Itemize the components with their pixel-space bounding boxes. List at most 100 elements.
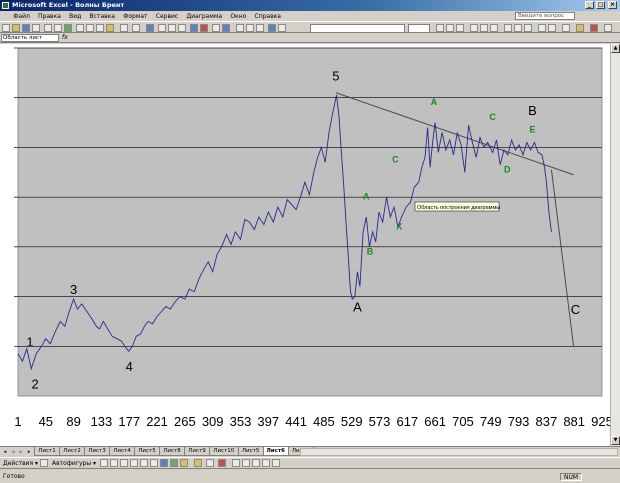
x-tick-label: 133: [91, 414, 113, 429]
line-style-icon[interactable]: [232, 459, 240, 467]
hyperlink-icon[interactable]: [146, 24, 154, 32]
autosum-icon[interactable]: [158, 24, 166, 32]
draw-font-color-icon[interactable]: [218, 459, 226, 467]
wordart-icon[interactable]: [150, 459, 158, 467]
wave-label: 1: [26, 334, 33, 349]
fill-color-icon[interactable]: [576, 24, 584, 32]
title-bar: Microsoft Excel - Волны Брент _ □ ×: [0, 0, 620, 11]
arrow-style-icon[interactable]: [252, 459, 260, 467]
autoshapes-menu[interactable]: Автофигуры ▾: [52, 459, 96, 469]
comma-style-icon[interactable]: [524, 24, 532, 32]
chart-type-icon[interactable]: [236, 24, 244, 32]
diagram-icon[interactable]: [160, 459, 168, 467]
align-left-icon[interactable]: [470, 24, 478, 32]
fx-label[interactable]: fx: [62, 34, 68, 42]
legend-icon[interactable]: [246, 24, 254, 32]
wave-label: 5: [332, 68, 339, 83]
help-question-input[interactable]: Введите вопрос: [515, 12, 575, 20]
shadow-icon[interactable]: [262, 459, 270, 467]
horizontal-scrollbar[interactable]: [300, 448, 618, 456]
wave-label: A: [353, 299, 362, 314]
textbox-icon[interactable]: [140, 459, 148, 467]
redo-icon[interactable]: [132, 24, 140, 32]
undo-icon[interactable]: [120, 24, 128, 32]
prev-sheet-icon[interactable]: ◃: [9, 448, 17, 456]
scroll-up-button[interactable]: ▲: [611, 44, 620, 53]
font-color-icon[interactable]: [590, 24, 598, 32]
paste-icon[interactable]: [96, 24, 104, 32]
sheet-tab[interactable]: Лист8: [159, 447, 185, 456]
draw-fill-color-icon[interactable]: [194, 459, 202, 467]
sheet-tab[interactable]: Лист3: [84, 447, 110, 456]
save-icon[interactable]: [22, 24, 30, 32]
sheet-tab[interactable]: Лист1: [34, 447, 60, 456]
scroll-down-button[interactable]: ▼: [611, 436, 620, 445]
drawing-icon[interactable]: [200, 24, 208, 32]
plot-area[interactable]: [17, 47, 603, 397]
sheet-tab[interactable]: Лист4: [109, 447, 135, 456]
toolbar-options-icon[interactable]: [604, 24, 612, 32]
data-table-icon[interactable]: [256, 24, 264, 32]
increase-indent-icon[interactable]: [548, 24, 556, 32]
line-color-icon[interactable]: [206, 459, 214, 467]
sheet-tab[interactable]: Лист6: [262, 447, 289, 456]
close-button[interactable]: ×: [608, 1, 617, 9]
picture-icon[interactable]: [180, 459, 188, 467]
by-row-icon[interactable]: [268, 24, 276, 32]
name-box[interactable]: Область лист: [1, 34, 59, 42]
clipart-icon[interactable]: [170, 459, 178, 467]
by-column-icon[interactable]: [278, 24, 286, 32]
excel-app-icon: [2, 2, 9, 9]
sheet-tab[interactable]: Лист9: [184, 447, 210, 456]
print-icon[interactable]: [44, 24, 52, 32]
help-icon[interactable]: [222, 24, 230, 32]
maximize-button[interactable]: □: [596, 1, 605, 9]
line-icon[interactable]: [100, 459, 108, 467]
underline-icon[interactable]: [456, 24, 464, 32]
brent-waves-chart[interactable]: 1 45 89 133 177 221 265 309 353 397 441 485 529 573 61…: [0, 44, 613, 446]
copy-icon[interactable]: [86, 24, 94, 32]
permission-icon[interactable]: [32, 24, 40, 32]
rectangle-icon[interactable]: [120, 459, 128, 467]
spelling-icon[interactable]: [64, 24, 72, 32]
chart-wizard-icon[interactable]: [190, 24, 198, 32]
dash-style-icon[interactable]: [242, 459, 250, 467]
sheet-tab[interactable]: Лист5: [134, 447, 160, 456]
font-size-combo[interactable]: [408, 24, 430, 33]
sheet-tab[interactable]: Лист5: [237, 447, 264, 456]
bold-icon[interactable]: [436, 24, 444, 32]
borders-icon[interactable]: [562, 24, 570, 32]
italic-icon[interactable]: [446, 24, 454, 32]
align-center-icon[interactable]: [480, 24, 488, 32]
3d-icon[interactable]: [272, 459, 280, 467]
arrow-icon[interactable]: [110, 459, 118, 467]
format-painter-icon[interactable]: [106, 24, 114, 32]
actions-menu[interactable]: Действия ▾: [3, 459, 38, 469]
minimize-button[interactable]: _: [585, 1, 594, 9]
wave-label: D: [504, 164, 511, 174]
zoom-icon[interactable]: [212, 24, 220, 32]
sheet-tab[interactable]: Лист2: [59, 447, 85, 456]
vertical-scrollbar[interactable]: ▲ ▼: [610, 44, 620, 446]
percent-icon[interactable]: [514, 24, 522, 32]
new-icon[interactable]: [2, 24, 10, 32]
x-tick-label: 1: [14, 414, 21, 429]
select-objects-icon[interactable]: [40, 459, 48, 467]
last-sheet-icon[interactable]: ▸: [25, 448, 33, 456]
plot-area-tooltip: Область построения диаграммы: [414, 201, 500, 212]
print-preview-icon[interactable]: [54, 24, 62, 32]
currency-icon[interactable]: [504, 24, 512, 32]
sort-asc-icon[interactable]: [168, 24, 176, 32]
next-sheet-icon[interactable]: ▹: [17, 448, 25, 456]
decrease-indent-icon[interactable]: [538, 24, 546, 32]
sort-desc-icon[interactable]: [178, 24, 186, 32]
oval-icon[interactable]: [130, 459, 138, 467]
cut-icon[interactable]: [76, 24, 84, 32]
sheet-tab[interactable]: Лист10: [209, 447, 239, 456]
first-sheet-icon[interactable]: ◂: [1, 448, 9, 456]
open-icon[interactable]: [12, 24, 20, 32]
wave-label: X: [396, 221, 402, 231]
wave-label: C: [392, 154, 399, 164]
align-right-icon[interactable]: [490, 24, 498, 32]
font-name-combo[interactable]: [310, 24, 405, 33]
